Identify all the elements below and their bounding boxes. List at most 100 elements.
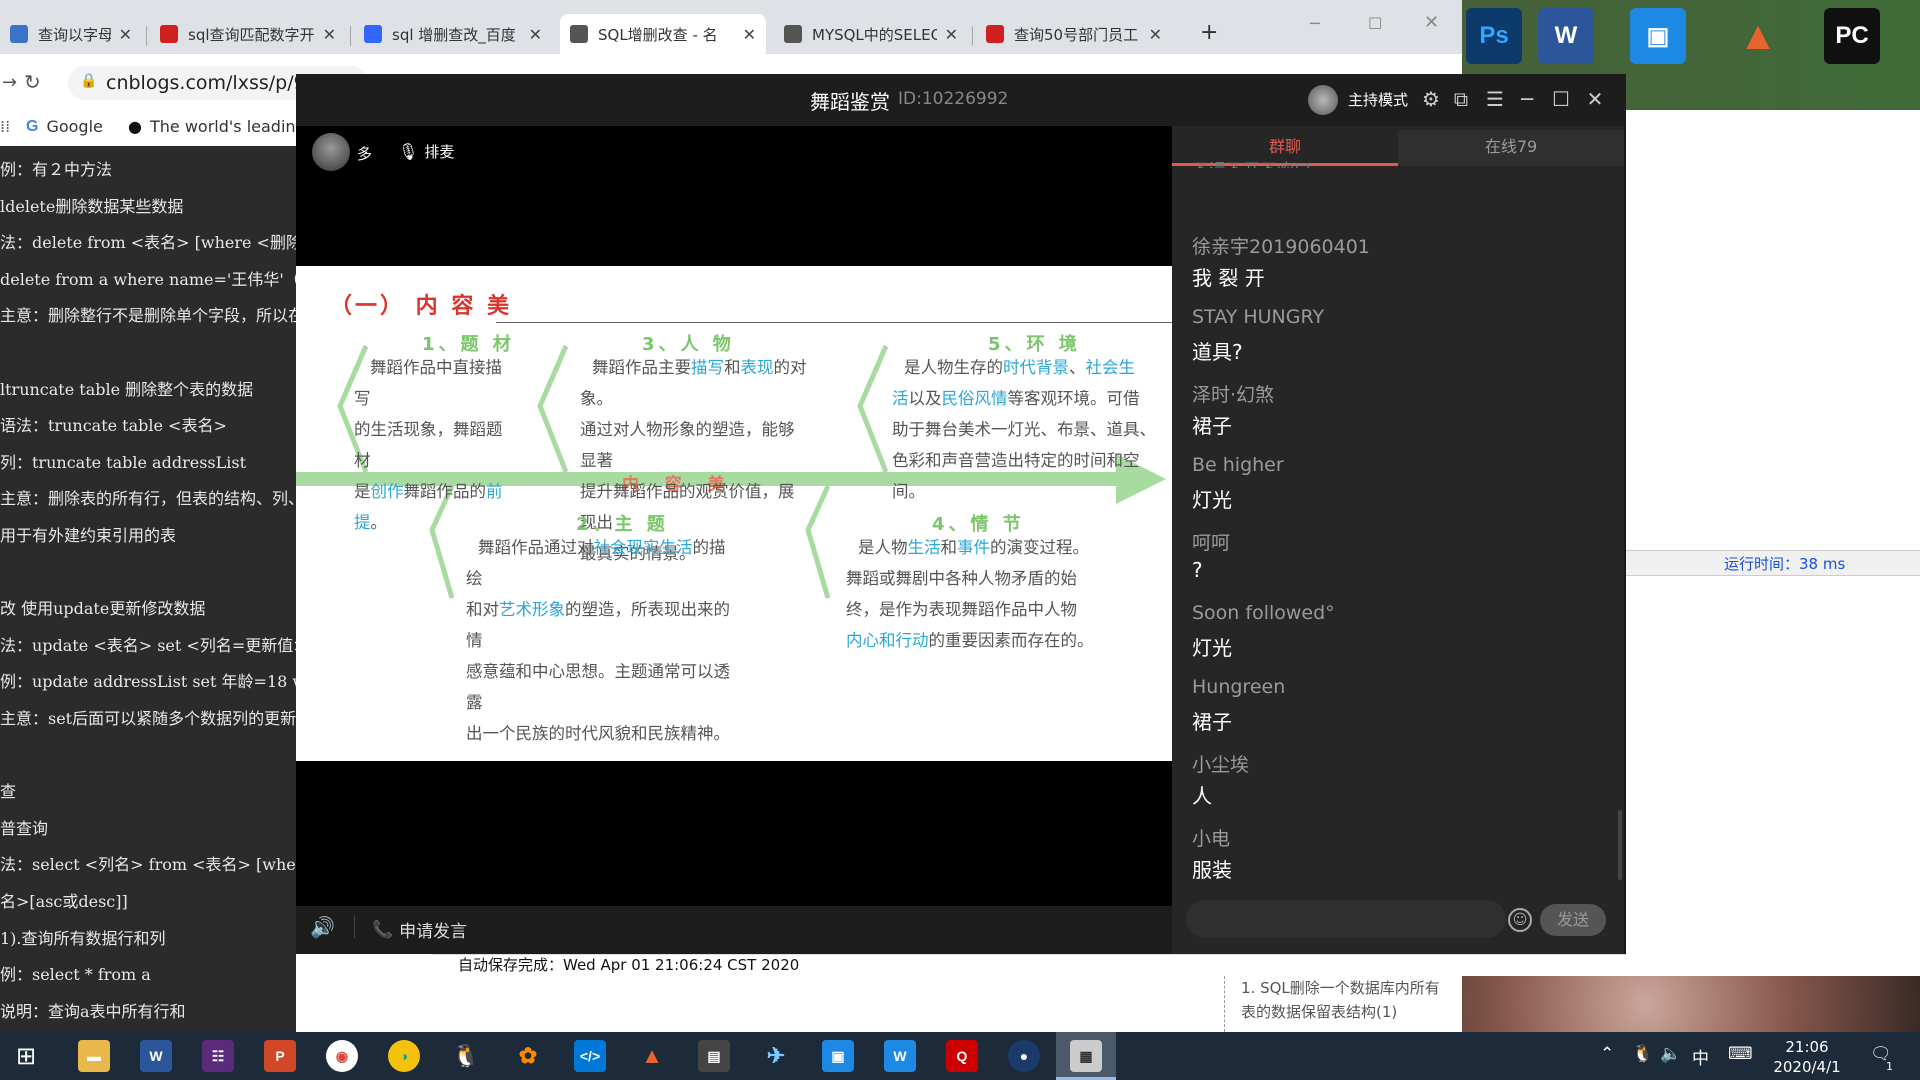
- vscode-icon[interactable]: </>: [574, 1040, 606, 1072]
- queue-label: 排麦: [424, 143, 455, 161]
- reload-icon[interactable]: ↻: [24, 70, 41, 94]
- bookmark-github[interactable]: ● The world's leadin...: [128, 117, 311, 136]
- chrome-icon[interactable]: ◉: [326, 1040, 358, 1072]
- app-icon[interactable]: ✈: [760, 1040, 792, 1072]
- bone-5: [857, 345, 889, 473]
- chat-input[interactable]: [1186, 900, 1506, 938]
- live-app-icon[interactable]: ▦: [1070, 1040, 1102, 1072]
- windows-start-icon[interactable]: ⊞: [16, 1042, 36, 1070]
- forward-icon[interactable]: →: [2, 72, 17, 93]
- browser-tab[interactable]: MYSQL中的SELEC ✕: [774, 14, 968, 54]
- browser-tab[interactable]: 查询以字母开头 ✕: [0, 14, 142, 54]
- related-post-link[interactable]: 1. SQL删除一个数据库内所有表的数据保留表结构(1): [1190, 976, 1440, 1032]
- presenter-name: 多: [357, 145, 373, 163]
- file-explorer-icon[interactable]: ▬: [78, 1040, 110, 1072]
- phone-icon: 📞: [372, 919, 394, 940]
- menu-icon[interactable]: ☰: [1482, 86, 1508, 112]
- matlab-icon[interactable]: ▲: [1730, 8, 1786, 64]
- chat-message-text: 道具?: [1192, 340, 1243, 364]
- emoji-icon[interactable]: ☺: [1508, 908, 1532, 932]
- bookmark-label: Google: [46, 117, 103, 136]
- article-line: 例：update addressList set 年龄=18 where: [0, 672, 296, 692]
- chat-message-text: 裙子: [1192, 710, 1232, 734]
- queue-button[interactable]: 🎙 排麦: [398, 141, 454, 162]
- word-icon[interactable]: W: [1538, 8, 1594, 64]
- app-icon[interactable]: ✿: [512, 1040, 544, 1072]
- autosave-status: 自动保存完成：Wed Apr 01 21:06:24 CST 2020: [432, 954, 1626, 976]
- chat-message-text: 人: [1192, 784, 1212, 808]
- item-text: 是人物生存的时代背景、社会生 活以及民俗风情等客观环境。可借 助于舞台美术一灯光、布…: [892, 358, 1156, 501]
- pycharm-icon[interactable]: PC: [1824, 8, 1880, 64]
- host-mode-label[interactable]: 主持模式: [1348, 89, 1408, 110]
- tab-separator: [350, 26, 351, 46]
- article-line: 1).查询所有数据行和列: [0, 928, 166, 948]
- tab-favicon-icon: [364, 25, 382, 43]
- send-button[interactable]: 发送: [1540, 904, 1606, 936]
- tab-close-icon[interactable]: ✕: [323, 25, 336, 44]
- item-text: 舞蹈作品中直接描写 的生活现象，舞蹈题材 是创作舞蹈作品的前提。: [354, 358, 503, 532]
- article-line: 普查询: [0, 818, 49, 838]
- chat-scrollbar[interactable]: [1618, 810, 1622, 880]
- apps-icon[interactable]: ⁞⁞: [0, 117, 10, 136]
- related-post-text: 1. SQL删除一个数据库内所有表的数据保留表结构(1): [1224, 976, 1440, 1032]
- browser-tab[interactable]: sql 增删查改_百度 ✕: [354, 14, 552, 54]
- popout-icon[interactable]: ⧉: [1448, 86, 1474, 112]
- app-icon[interactable]: ●: [1008, 1040, 1040, 1072]
- minimize-icon[interactable]: ─: [1310, 14, 1320, 33]
- tab-title: SQL增删改查 - 名: [598, 25, 718, 44]
- browser-tab[interactable]: sql查询匹配数字开 ✕: [150, 14, 346, 54]
- address-text: cnblogs.com/lxss/p/90: [106, 72, 318, 94]
- maximize-icon[interactable]: ☐: [1368, 14, 1382, 33]
- chat-sender-name: STAY HUNGRY: [1192, 306, 1325, 328]
- apply-speak-button[interactable]: 📞 申请发言: [372, 917, 467, 943]
- tab-favicon-icon: [10, 25, 28, 43]
- terminal-icon[interactable]: ▤: [698, 1040, 730, 1072]
- ime-indicator[interactable]: 中: [1692, 1044, 1709, 1069]
- tab-separator: [146, 26, 147, 46]
- article-line: 语法：truncate table <表名>: [0, 416, 227, 436]
- close-icon[interactable]: ✕: [1582, 86, 1608, 112]
- browser-icon[interactable]: ◑: [388, 1040, 420, 1072]
- app-icon[interactable]: ☷: [202, 1040, 234, 1072]
- browser-tab[interactable]: SQL增删改查 - 名 ✕: [560, 14, 766, 54]
- chat-sender-name: 小电: [1192, 828, 1231, 850]
- chat-sender-name: Soon followed°: [1192, 602, 1335, 624]
- volume-icon[interactable]: 🔊: [310, 915, 335, 939]
- chat-message-text: 我 裂 开: [1192, 266, 1265, 290]
- tab-title: 查询50号部门员工: [1014, 25, 1139, 44]
- qq-icon[interactable]: 🐧: [450, 1040, 482, 1072]
- tab-close-icon[interactable]: ✕: [529, 25, 542, 44]
- keyboard-icon[interactable]: ⌨: [1728, 1044, 1753, 1064]
- speaker-icon[interactable]: 🔈: [1660, 1044, 1681, 1064]
- article-content: 例：有２中方法 ldelete删除数据某些数据 法：delete from <表名>…: [0, 146, 296, 1032]
- browser-tab[interactable]: 查询50号部门员工 ✕: [976, 14, 1172, 54]
- qq-tray-icon[interactable]: 🐧: [1632, 1044, 1653, 1064]
- presenter-avatar[interactable]: [312, 133, 350, 171]
- tab-online[interactable]: 在线79: [1398, 130, 1624, 166]
- app-icon[interactable]: W: [884, 1040, 916, 1072]
- minimize-icon[interactable]: ─: [1514, 86, 1540, 112]
- word-icon[interactable]: W: [140, 1040, 172, 1072]
- bookmark-google[interactable]: G Google: [26, 117, 103, 136]
- close-icon[interactable]: ✕: [1424, 12, 1439, 33]
- clock-date[interactable]: 2020/4/1: [1766, 1058, 1848, 1076]
- host-avatar[interactable]: [1308, 85, 1338, 115]
- chat-sender-name: 呵呵: [1192, 532, 1231, 554]
- new-tab-button[interactable]: +: [1200, 20, 1218, 45]
- tab-close-icon[interactable]: ✕: [119, 25, 132, 44]
- photoshop-icon[interactable]: Ps: [1466, 8, 1522, 64]
- app-icon[interactable]: ▣: [822, 1040, 854, 1072]
- clock-time[interactable]: 21:06: [1774, 1038, 1840, 1056]
- app-icon[interactable]: ▣: [1630, 8, 1686, 64]
- app-icon[interactable]: Q: [946, 1040, 978, 1072]
- settings-icon[interactable]: ⚙: [1418, 86, 1444, 112]
- maximize-icon[interactable]: ☐: [1548, 86, 1574, 112]
- powerpoint-icon[interactable]: P: [264, 1040, 296, 1072]
- tab-close-icon[interactable]: ✕: [945, 25, 958, 44]
- article-line: 法：update <表名> set <列名=更新值> [w: [0, 635, 296, 655]
- tab-close-icon[interactable]: ✕: [743, 25, 756, 44]
- chevron-up-icon[interactable]: ⌃: [1600, 1044, 1614, 1064]
- tab-close-icon[interactable]: ✕: [1149, 25, 1162, 44]
- presentation-slide: （一） 内 容 美 内 容 美 1、题 材 舞蹈作品中直接描写 的生活现象，舞蹈题…: [296, 266, 1172, 761]
- matlab-icon[interactable]: ▲: [636, 1040, 668, 1072]
